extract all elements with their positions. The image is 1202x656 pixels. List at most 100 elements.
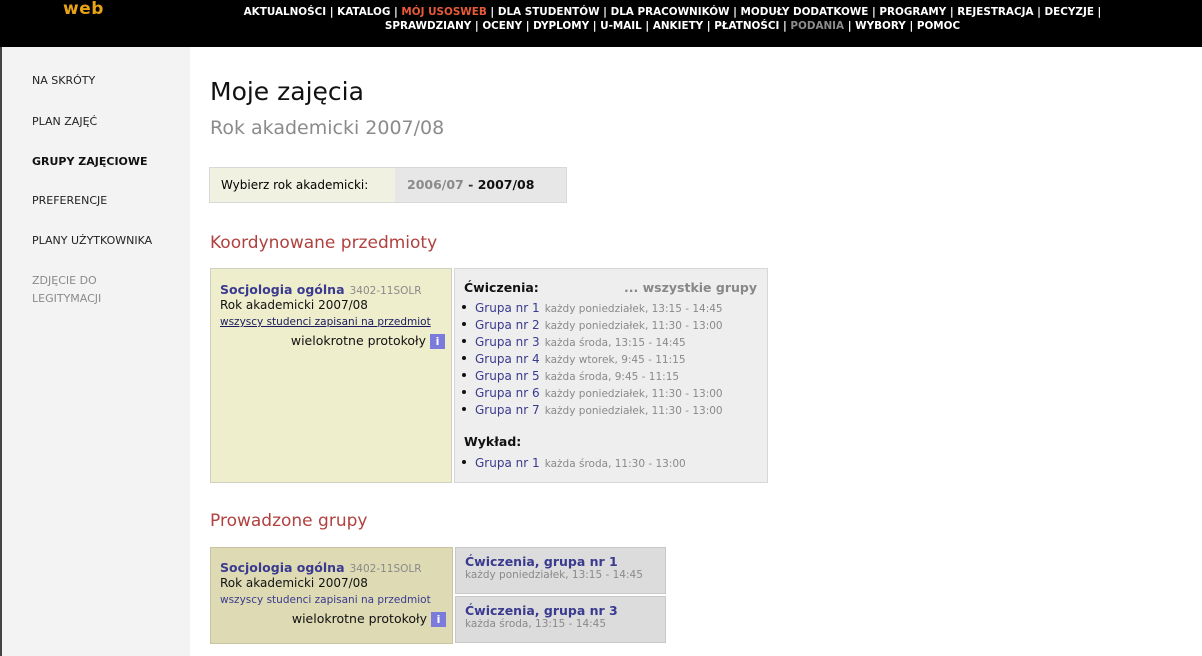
led-all-students-link[interactable]: wszyscy studenci zapisani na przedmiot bbox=[220, 594, 431, 606]
group-link[interactable]: Grupa nr 7 bbox=[475, 403, 540, 417]
group-list-item: Grupa nr 2 każdy poniedziałek, 11:30 - 1… bbox=[455, 315, 723, 332]
info-icon[interactable]: i bbox=[431, 612, 446, 627]
top-menu-item[interactable]: MODUŁY DODATKOWE bbox=[741, 6, 869, 18]
protocols-line: wielokrotne protokoły i bbox=[291, 333, 445, 349]
menu-separator: | bbox=[641, 20, 653, 32]
led-group-cell: Ćwiczenia, grupa nr 3 każda środa, 13:15… bbox=[455, 596, 666, 643]
top-menu-item[interactable]: DECYZJE bbox=[1045, 6, 1094, 18]
group-link[interactable]: Grupa nr 1 bbox=[475, 301, 540, 315]
menu-separator: | bbox=[471, 20, 483, 32]
top-menu-item[interactable]: DYPLOMY bbox=[533, 20, 589, 32]
group-list-item: Grupa nr 5 każda środa, 9:45 - 11:15 bbox=[455, 366, 723, 383]
menu-separator: | bbox=[589, 20, 601, 32]
menu-separator: | bbox=[779, 20, 791, 32]
menu-separator: | bbox=[1093, 6, 1102, 18]
sidebar-item-id-photo-line1: ZDJĘCIE DO bbox=[32, 274, 97, 287]
top-menu-item[interactable]: WYBORY bbox=[855, 20, 906, 32]
group-schedule: każdy poniedziałek, 11:30 - 13:00 bbox=[544, 320, 723, 332]
group-list-item: Grupa nr 3 każda środa, 13:15 - 14:45 bbox=[455, 332, 723, 349]
top-menu-item[interactable]: MÓJ USOSWEB bbox=[401, 6, 486, 18]
top-menu-item[interactable]: PŁATNOŚCI bbox=[714, 20, 779, 32]
menu-separator: | bbox=[390, 6, 402, 18]
lecture-label: Wykład bbox=[464, 434, 517, 449]
exercises-heading: Ćwiczenia: bbox=[464, 280, 539, 295]
menu-separator: | bbox=[599, 6, 611, 18]
year-selector-label: Wybierz rok akademicki: bbox=[210, 168, 395, 202]
section-heading-coordinated: Koordynowane przedmioty bbox=[210, 233, 438, 253]
led-group-title-link[interactable]: Ćwiczenia, grupa nr 3 bbox=[465, 603, 665, 618]
top-menu-row-1: AKTUALNOŚCI | KATALOG | MÓJ USOSWEB | DL… bbox=[145, 5, 1200, 19]
led-group-cell: Ćwiczenia, grupa nr 1 każdy poniedziałek… bbox=[455, 547, 666, 594]
top-menu-item[interactable]: U-MAIL bbox=[600, 20, 642, 32]
group-link[interactable]: Grupa nr 4 bbox=[475, 352, 540, 366]
group-link[interactable]: Grupa nr 5 bbox=[475, 369, 540, 383]
page-subtitle: Rok akademicki 2007/08 bbox=[210, 117, 445, 139]
menu-separator: | bbox=[522, 20, 534, 32]
group-list-item: Grupa nr 1 każdy poniedziałek, 13:15 - 1… bbox=[455, 298, 723, 315]
protocols-label: wielokrotne protokoły bbox=[290, 333, 426, 348]
sidebar-item-preferences[interactable]: PREFERENCJE bbox=[32, 194, 107, 207]
led-course-code: 3402-11SOLR bbox=[349, 563, 422, 575]
group-schedule: każda środa, 11:30 - 13:00 bbox=[544, 458, 686, 470]
led-group-when: każda środa, 13:15 - 14:45 bbox=[465, 618, 607, 630]
group-link[interactable]: Grupa nr 3 bbox=[475, 335, 540, 349]
year-link-prev[interactable]: 2006/07 bbox=[407, 177, 464, 192]
group-list-item: Grupa nr 4 każdy wtorek, 9:45 - 11:15 bbox=[455, 349, 723, 366]
course-year: Rok akademicki 2007/08 bbox=[220, 298, 368, 312]
menu-separator: | bbox=[326, 6, 338, 18]
led-course-year: Rok akademicki 2007/08 bbox=[220, 576, 368, 590]
top-menu-item[interactable]: OCENY bbox=[482, 20, 522, 32]
coordinated-groups-cell: Ćwiczenia: ... wszystkie grupy Grupa nr … bbox=[454, 268, 768, 483]
menu-separator: | bbox=[868, 6, 880, 18]
all-students-link[interactable]: wszyscy studenci zapisani na przedmiot bbox=[220, 316, 431, 328]
group-schedule: każdy wtorek, 9:45 - 11:15 bbox=[544, 354, 686, 366]
logo: web bbox=[63, 0, 104, 19]
top-menu-item[interactable]: SPRAWDZIANY bbox=[385, 20, 471, 32]
group-schedule: każda środa, 13:15 - 14:45 bbox=[544, 337, 686, 349]
group-schedule: każda środa, 9:45 - 11:15 bbox=[544, 371, 680, 383]
sidebar-item-id-photo-line2: LEGITYMACJI bbox=[32, 292, 102, 305]
group-list-item: Grupa nr 6 każdy poniedziałek, 11:30 - 1… bbox=[455, 383, 723, 400]
top-menu-item[interactable]: DLA PRACOWNIKÓW bbox=[611, 6, 730, 18]
top-menu-item[interactable]: KATALOG bbox=[337, 6, 390, 18]
top-menu: AKTUALNOŚCI | KATALOG | MÓJ USOSWEB | DL… bbox=[145, 5, 1200, 33]
top-menu-item[interactable]: POMOC bbox=[917, 20, 960, 32]
group-schedule: każdy poniedziałek, 11:30 - 13:00 bbox=[544, 388, 723, 400]
exercises-group-list: Grupa nr 1 każdy poniedziałek, 13:15 - 1… bbox=[455, 298, 723, 417]
info-icon[interactable]: i bbox=[430, 334, 445, 349]
top-menu-item[interactable]: AKTUALNOŚCI bbox=[244, 6, 326, 18]
led-group-title-link[interactable]: Ćwiczenia, grupa nr 1 bbox=[465, 554, 665, 569]
top-menu-item[interactable]: DLA STUDENTÓW bbox=[498, 6, 600, 18]
top-menu-item[interactable]: PROGRAMY bbox=[879, 6, 946, 18]
group-schedule: każdy poniedziałek, 13:15 - 14:45 bbox=[544, 303, 723, 315]
top-menu-item[interactable]: REJESTRACJA bbox=[957, 6, 1033, 18]
group-link[interactable]: Grupa nr 2 bbox=[475, 318, 540, 332]
led-course-name-link[interactable]: Socjologia ogólna bbox=[220, 560, 345, 575]
lecture-heading: Wykład: bbox=[464, 434, 522, 449]
exercises-label: Ćwiczenia bbox=[464, 280, 534, 295]
course-code: 3402-11SOLR bbox=[349, 285, 422, 297]
menu-separator: | bbox=[905, 20, 917, 32]
year-current: 2007/08 bbox=[477, 177, 535, 192]
all-groups-link[interactable]: ... wszystkie grupy bbox=[624, 280, 757, 295]
sidebar-item-schedule[interactable]: PLAN ZAJĘĆ bbox=[32, 115, 97, 128]
group-link[interactable]: Grupa nr 6 bbox=[475, 386, 540, 400]
group-link[interactable]: Grupa nr 1 bbox=[475, 456, 540, 470]
menu-separator: | bbox=[1033, 6, 1045, 18]
sidebar-item-user-plans[interactable]: PLANY UŻYTKOWNIKA bbox=[32, 234, 152, 247]
sidebar-item-id-photo: ZDJĘCIE DO LEGITYMACJI bbox=[32, 272, 101, 308]
menu-separator: | bbox=[729, 6, 741, 18]
lecture-group-list: Grupa nr 1 każda środa, 11:30 - 13:00 bbox=[455, 453, 686, 470]
year-choices: 2006/07 - 2007/08 bbox=[407, 168, 534, 202]
coordinated-course-cell: Socjologia ogólna 3402-11SOLR Rok akadem… bbox=[210, 268, 452, 483]
led-protocols-line: wielokrotne protokoły i bbox=[292, 611, 446, 627]
top-navigation-bar: web AKTUALNOŚCI | KATALOG | MÓJ USOSWEB … bbox=[0, 0, 1202, 47]
top-menu-item[interactable]: ANKIETY bbox=[653, 20, 703, 32]
group-list-item: Grupa nr 7 każdy poniedziałek, 11:30 - 1… bbox=[455, 400, 723, 417]
course-name-link[interactable]: Socjologia ogólna bbox=[220, 282, 345, 297]
sidebar-item-shortcuts[interactable]: NA SKRÓTY bbox=[32, 74, 95, 87]
section-heading-led-groups: Prowadzone grupy bbox=[210, 511, 368, 531]
year-separator: - bbox=[468, 177, 474, 192]
top-menu-item: PODANIA bbox=[790, 20, 845, 32]
sidebar-item-class-groups[interactable]: GRUPY ZAJĘCIOWE bbox=[32, 155, 148, 168]
